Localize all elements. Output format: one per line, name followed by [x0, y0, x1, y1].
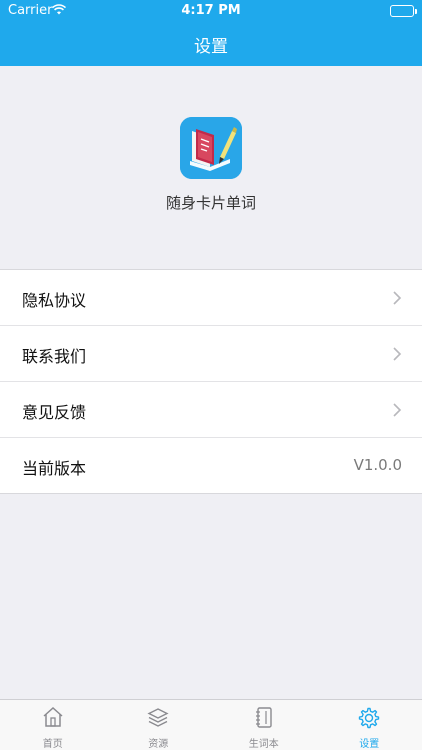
battery-tip [415, 9, 417, 14]
settings-item-label: 当前版本 [22, 459, 87, 478]
chevron-right-icon [392, 346, 402, 362]
app-name: 随身卡片单词 [165, 194, 256, 212]
chevron-right-icon [392, 402, 402, 418]
tab-vocabulary[interactable]: 生词本 [211, 700, 317, 750]
settings-item-contact[interactable]: 联系我们 [0, 326, 422, 382]
settings-item-label: 隐私协议 [22, 291, 87, 310]
tab-resources[interactable]: 资源 [106, 700, 212, 750]
battery-icon [390, 5, 414, 17]
tab-label: 设置 [359, 739, 380, 750]
tab-label: 首页 [42, 739, 63, 750]
book-pen-app-icon [180, 117, 242, 179]
version-value: V1.0.0 [353, 456, 402, 474]
tab-settings[interactable]: 设置 [317, 700, 422, 750]
top-bar: Carrier 4:17 PM 设置 [0, 0, 422, 66]
settings-item-privacy[interactable]: 隐私协议 [0, 270, 422, 326]
tab-label: 资源 [148, 739, 169, 750]
settings-list: 隐私协议 联系我们 意见反馈 当前版本 V1.0.0 [0, 269, 422, 494]
tab-home[interactable]: 首页 [0, 700, 106, 750]
settings-item-feedback[interactable]: 意见反馈 [0, 382, 422, 438]
layers-icon [106, 706, 212, 730]
tab-label: 生词本 [248, 739, 279, 750]
gear-icon [317, 706, 422, 730]
notebook-icon [211, 706, 317, 730]
clock: 4:17 PM [181, 3, 241, 18]
status-bar: Carrier 4:17 PM [0, 0, 422, 22]
chevron-right-icon [392, 290, 402, 306]
home-icon [0, 706, 106, 730]
settings-item-version: 当前版本 V1.0.0 [0, 438, 422, 494]
app-header: 随身卡片单词 [0, 66, 422, 269]
tab-bar: 首页 资源 生词本 设置 [0, 699, 422, 750]
settings-item-label: 联系我们 [22, 347, 87, 366]
settings-item-label: 意见反馈 [22, 403, 87, 422]
page-title: 设置 [194, 37, 228, 57]
